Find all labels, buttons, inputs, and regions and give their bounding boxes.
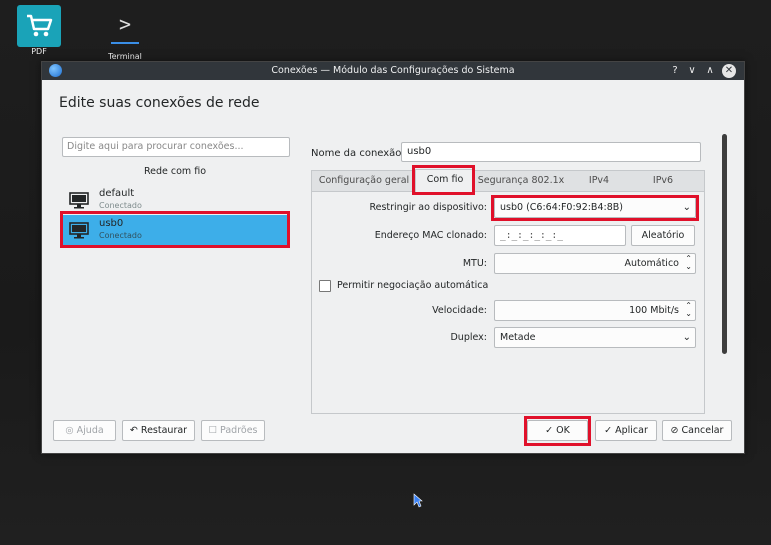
cancel-button[interactable]: ⊘ Cancelar bbox=[662, 420, 732, 441]
connections-window: Conexões — Módulo das Configurações do S… bbox=[41, 61, 745, 454]
highlight-box-device bbox=[491, 195, 699, 221]
speed-spinbox[interactable]: 100 Mbit/s ⌃ ⌄ bbox=[494, 300, 696, 321]
group-label-wired: Rede com fio bbox=[143, 166, 207, 177]
autoneg-checkbox[interactable] bbox=[319, 280, 331, 292]
mouse-cursor-icon bbox=[413, 493, 423, 508]
restrict-device-label: Restringir ao dispositivo: bbox=[369, 202, 487, 213]
mtu-label: MTU: bbox=[462, 258, 487, 269]
mtu-value: Automático bbox=[624, 258, 679, 269]
duplex-value: Metade bbox=[500, 332, 536, 343]
terminal-desktop-icon[interactable]: > Terminal bbox=[100, 12, 150, 61]
undo-icon: ↶ bbox=[129, 425, 138, 436]
speed-label: Velocidade: bbox=[432, 305, 487, 316]
cloned-mac-input[interactable]: _:_:_:_:_:_ bbox=[494, 225, 626, 246]
tab-security[interactable]: Segurança 802.1x bbox=[476, 171, 566, 191]
chevron-down-icon: ⌄ bbox=[682, 332, 691, 343]
terminal-icon: > bbox=[118, 12, 132, 36]
connection-name-field[interactable]: usb0 bbox=[401, 142, 701, 162]
window-titlebar[interactable]: Conexões — Módulo das Configurações do S… bbox=[42, 62, 744, 80]
terminal-desktop-label: Terminal bbox=[108, 52, 142, 61]
settings-tabs: Configuração geral Com fio Segurança 802… bbox=[311, 169, 705, 193]
defaults-button[interactable]: ☐ Padrões bbox=[201, 420, 265, 441]
pdf-desktop-icon[interactable]: PDF bbox=[17, 5, 61, 56]
check-icon: ✓ bbox=[604, 425, 613, 436]
cloned-mac-label: Endereço MAC clonado: bbox=[374, 230, 487, 241]
mtu-spinbox[interactable]: Automático ⌃ ⌄ bbox=[494, 253, 696, 274]
cancel-circle-icon: ⊘ bbox=[670, 425, 679, 436]
cart-icon bbox=[17, 5, 61, 47]
lifebuoy-icon: ◎ bbox=[65, 425, 74, 436]
maximize-chevron-icon[interactable]: ∧ bbox=[703, 64, 717, 78]
connection-state: Conectado bbox=[99, 201, 142, 210]
pdf-desktop-label: PDF bbox=[31, 47, 47, 56]
page-title: Edite suas conexões de rede bbox=[59, 95, 260, 111]
tab-ipv6[interactable]: IPv6 bbox=[632, 171, 694, 191]
duplex-select[interactable]: Metade ⌄ bbox=[494, 327, 696, 348]
help-question-icon[interactable]: ? bbox=[668, 64, 682, 78]
connection-name: default bbox=[99, 188, 135, 199]
minimize-chevron-icon[interactable]: ∨ bbox=[685, 64, 699, 78]
restore-button[interactable]: ↶ Restaurar bbox=[122, 420, 195, 441]
document-icon: ☐ bbox=[208, 425, 218, 436]
close-icon[interactable]: ✕ bbox=[722, 64, 736, 78]
wired-network-icon bbox=[69, 191, 89, 212]
tab-ipv4[interactable]: IPv4 bbox=[568, 171, 630, 191]
search-field[interactable] bbox=[62, 137, 290, 157]
help-button[interactable]: ◎ Ajuda bbox=[53, 420, 116, 441]
random-mac-button[interactable]: Aleatório bbox=[631, 225, 695, 246]
highlight-box-usb0 bbox=[60, 211, 290, 248]
speed-value: 100 Mbit/s bbox=[629, 305, 679, 316]
scrollbar[interactable] bbox=[722, 134, 727, 354]
duplex-label: Duplex: bbox=[450, 332, 487, 343]
autoneg-label[interactable]: Permitir negociação automática bbox=[337, 280, 488, 291]
spin-updown-icon[interactable]: ⌃ ⌄ bbox=[685, 255, 692, 271]
connection-name-label: Nome da conexão: bbox=[311, 148, 405, 159]
spin-updown-icon[interactable]: ⌃ ⌄ bbox=[685, 302, 692, 318]
tab-general[interactable]: Configuração geral bbox=[316, 171, 412, 191]
highlight-box-ok bbox=[524, 416, 591, 446]
apply-button[interactable]: ✓ Aplicar bbox=[595, 420, 657, 441]
window-title: Conexões — Módulo das Configurações do S… bbox=[271, 65, 515, 76]
search-input[interactable] bbox=[63, 138, 289, 154]
